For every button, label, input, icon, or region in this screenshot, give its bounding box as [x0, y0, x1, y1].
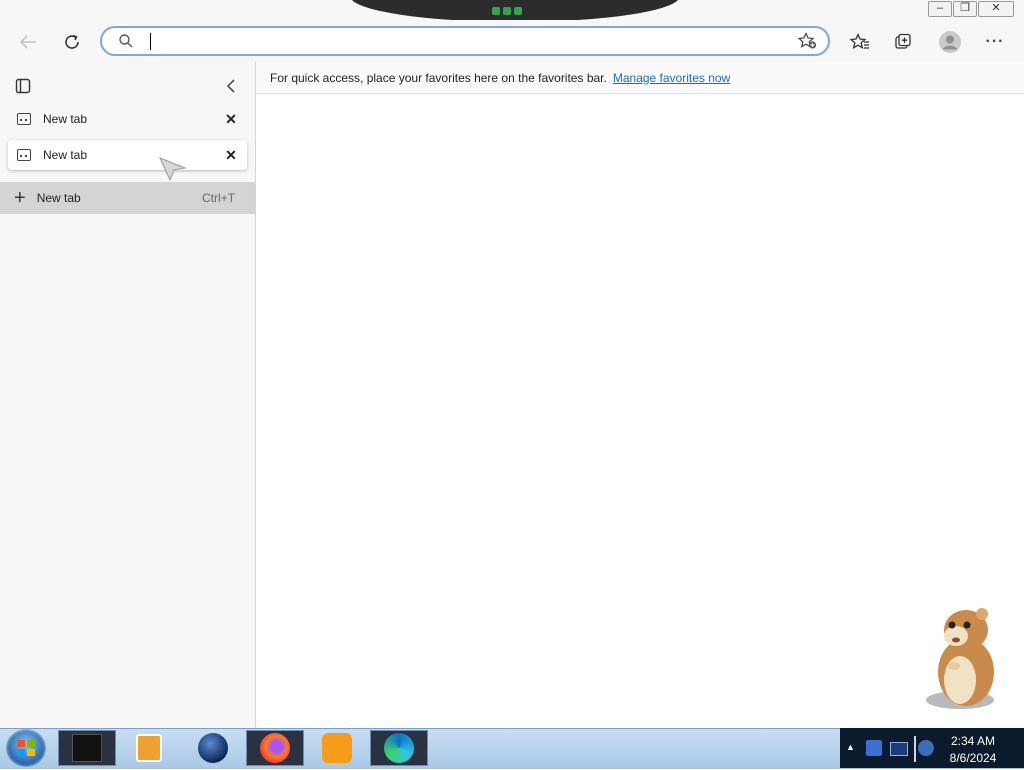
new-tab-label: New tab	[36, 191, 81, 205]
favorites-bar-message: For quick access, place your favorites h…	[270, 70, 607, 85]
taskbar-media-player[interactable]	[120, 730, 178, 766]
page-content	[256, 94, 1024, 728]
hamster-desktop-pet	[926, 608, 994, 709]
text-caret	[150, 33, 151, 50]
edge-icon	[384, 733, 414, 763]
new-tab-shortcut: Ctrl+T	[202, 191, 235, 205]
favorites-bar: For quick access, place your favorites h…	[256, 62, 1024, 94]
tab-actions-icon[interactable]	[15, 78, 31, 97]
close-window-button[interactable]: ✕	[978, 1, 1014, 17]
show-hidden-icons-icon[interactable]: ▲	[846, 742, 855, 752]
tab-label: New tab	[43, 112, 88, 126]
close-tab-icon[interactable]: ✕	[221, 147, 241, 164]
profile-icon[interactable]	[936, 28, 964, 56]
taskbar-globe-browser[interactable]	[184, 730, 242, 766]
restore-button[interactable]: ❐	[953, 1, 977, 17]
volume-icon[interactable]	[918, 740, 934, 756]
start-button[interactable]	[6, 729, 46, 767]
taskbar-terminal[interactable]	[58, 730, 116, 766]
manage-favorites-link[interactable]: Manage favorites now	[613, 71, 730, 85]
tab-item-active[interactable]: New tab ✕	[8, 140, 247, 170]
add-favorite-icon[interactable]	[797, 32, 818, 53]
gadget-lights	[492, 7, 522, 15]
collections-icon[interactable]	[890, 28, 918, 56]
tray-app-icon[interactable]	[866, 740, 882, 756]
tab-item[interactable]: New tab ✕	[8, 104, 247, 134]
vertical-tabs-panel: New tab ✕ New tab ✕ + New tab Ctrl+T	[0, 62, 256, 728]
minimize-button[interactable]: –	[928, 1, 952, 17]
tab-label: New tab	[43, 148, 88, 162]
firefox-icon	[260, 733, 290, 763]
search-icon	[118, 33, 134, 52]
close-tab-icon[interactable]: ✕	[221, 111, 241, 128]
address-bar[interactable]	[100, 26, 830, 56]
clock-time[interactable]: 2:34 AM	[940, 734, 1006, 748]
taskbar-edge[interactable]	[370, 730, 428, 766]
more-icon[interactable]: ···	[981, 28, 1009, 56]
address-input[interactable]	[148, 33, 792, 53]
tab-page-icon	[17, 113, 31, 125]
back-arrow-icon[interactable]	[14, 28, 42, 56]
uc-browser-icon	[322, 733, 352, 763]
taskbar-uc-browser[interactable]	[308, 730, 366, 766]
tab-page-icon	[17, 149, 31, 161]
terminal-icon	[72, 734, 102, 762]
favorites-icon[interactable]	[846, 28, 874, 56]
network-icon[interactable]	[890, 742, 908, 756]
media-player-icon	[136, 734, 162, 762]
clock-date[interactable]: 8/6/2024	[940, 751, 1006, 765]
plus-icon: +	[14, 187, 26, 209]
globe-icon	[198, 733, 228, 763]
refresh-icon[interactable]	[58, 28, 86, 56]
tray-divider	[914, 736, 916, 762]
mouse-cursor	[158, 156, 188, 185]
new-tab-button[interactable]: + New tab Ctrl+T	[0, 182, 255, 214]
collapse-panel-icon[interactable]	[225, 78, 237, 97]
taskbar-firefox[interactable]	[246, 730, 304, 766]
